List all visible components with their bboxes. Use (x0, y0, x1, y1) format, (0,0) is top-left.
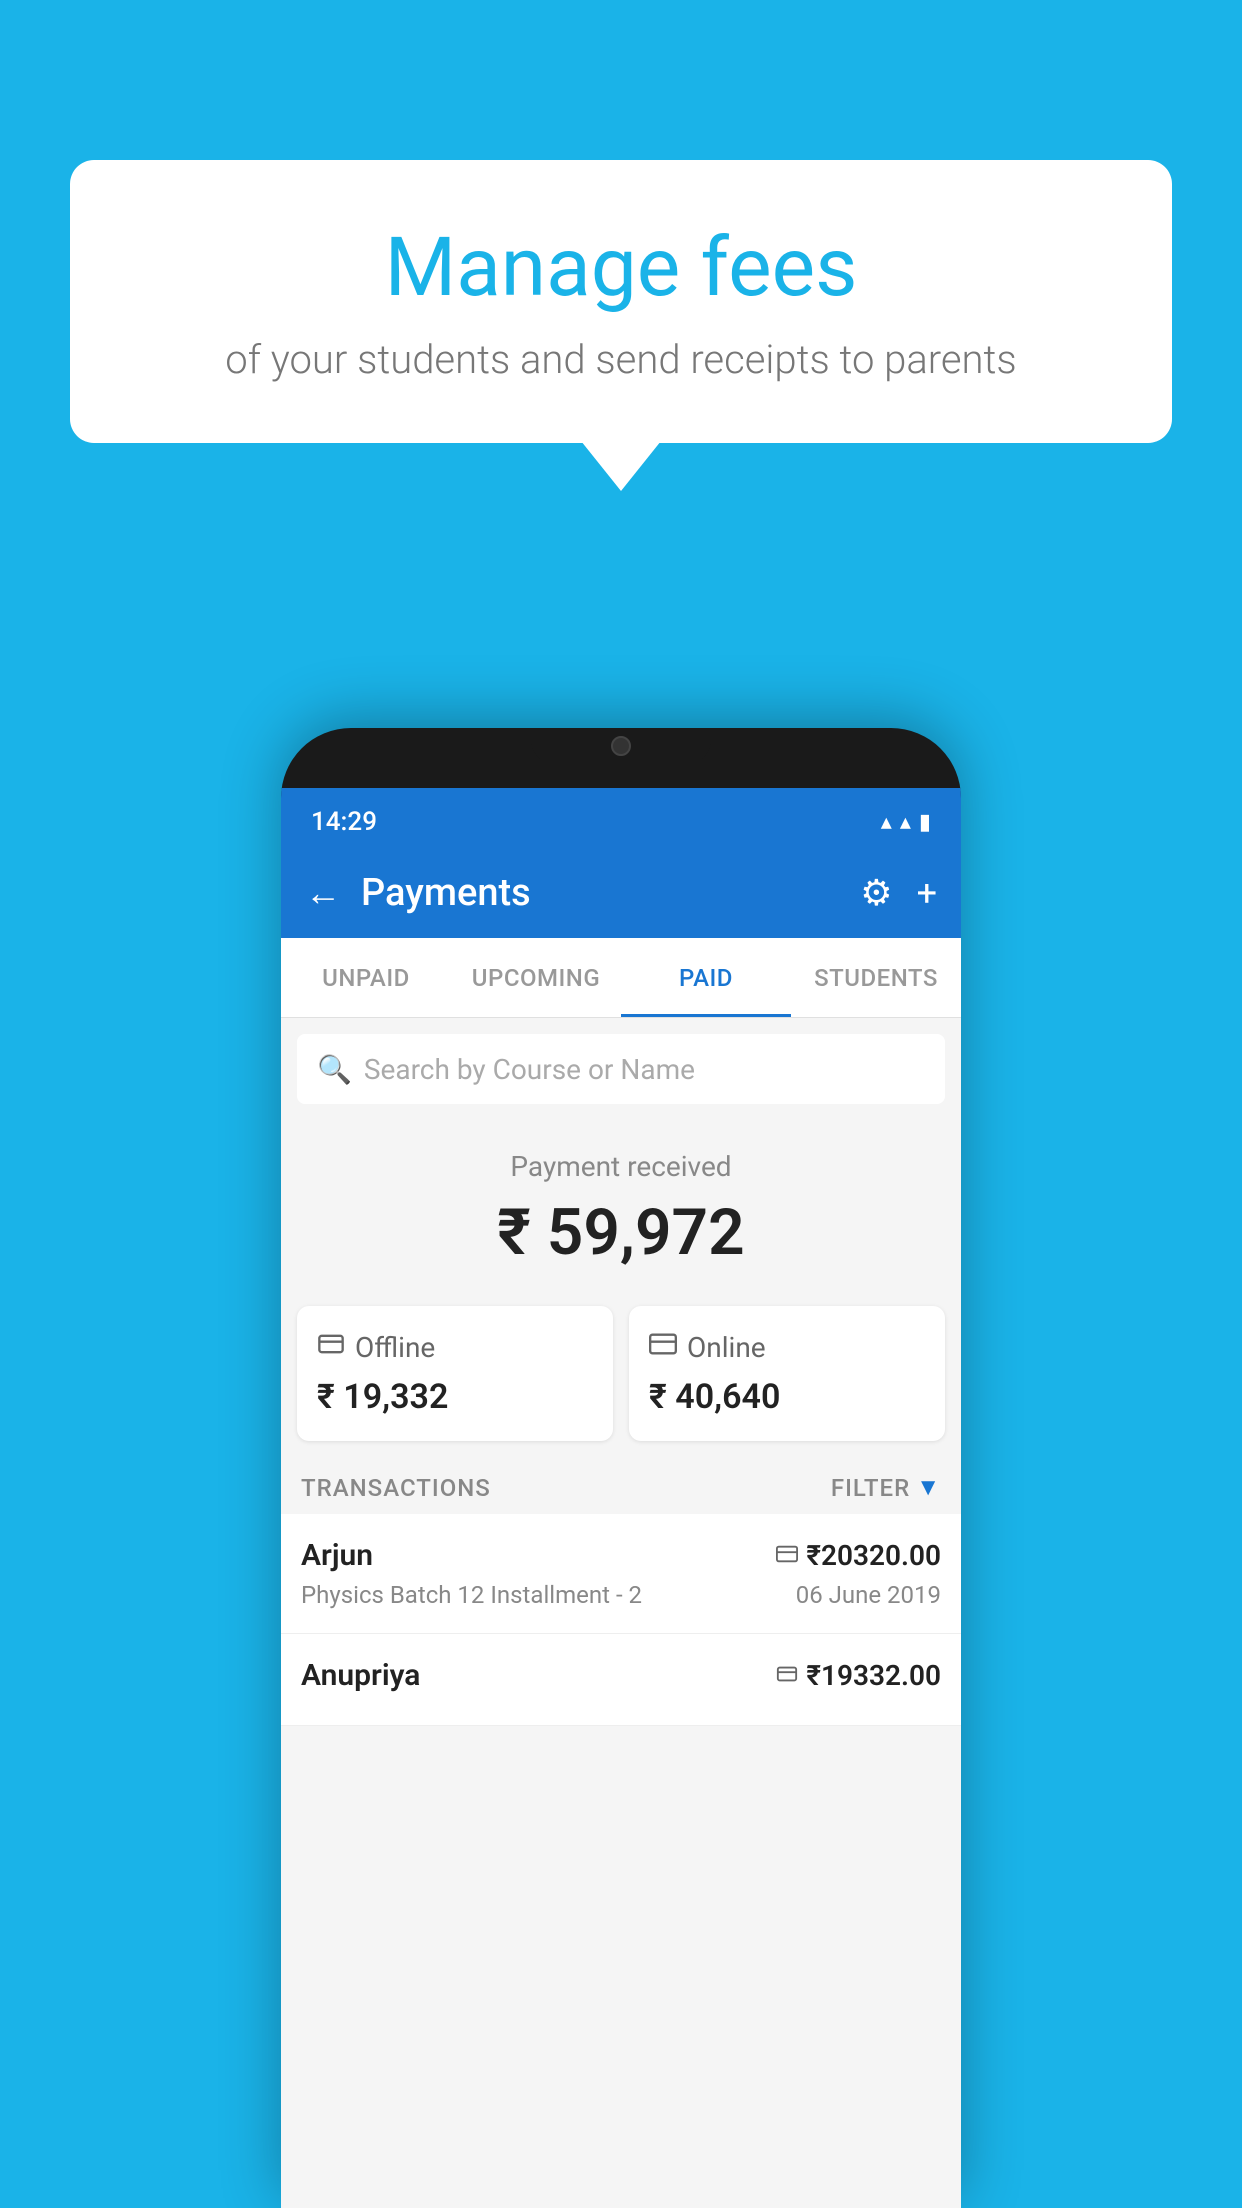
bubble-subtitle: of your students and send receipts to pa… (120, 336, 1122, 383)
app-bar-icons: ⚙ + (860, 872, 937, 914)
transaction-amount-row: ₹19332.00 (776, 1659, 941, 1692)
payment-cards: Offline ₹ 19,332 Online (281, 1290, 961, 1461)
offline-amount: ₹ 19,332 (317, 1373, 593, 1417)
transactions-label: TRANSACTIONS (301, 1474, 491, 1502)
tab-paid[interactable]: PAID (621, 938, 791, 1017)
transaction-amount-row: ₹20320.00 (776, 1539, 941, 1572)
transaction-list: Arjun ₹20320.00 (281, 1514, 961, 1726)
offline-label: Offline (355, 1331, 435, 1364)
notch (531, 728, 711, 764)
speech-bubble: Manage fees of your students and send re… (70, 160, 1172, 443)
transaction-name: Anupriya (301, 1658, 420, 1693)
search-bar[interactable]: 🔍 Search by Course or Name (297, 1034, 945, 1104)
offline-payment-card: Offline ₹ 19,332 (297, 1306, 613, 1441)
speech-bubble-wrapper: Manage fees of your students and send re… (70, 160, 1172, 443)
phone-frame: 14:29 ▴ ▴ ▮ ← Payments ⚙ + UNPAID (281, 728, 961, 2208)
transaction-amount: ₹19332.00 (806, 1659, 941, 1692)
transaction-bottom: Physics Batch 12 Installment - 2 06 June… (301, 1581, 941, 1609)
app-bar: ← Payments ⚙ + (281, 848, 961, 938)
filter-button[interactable]: FILTER ▼ (831, 1473, 941, 1502)
battery-icon: ▮ (919, 810, 931, 835)
search-icon: 🔍 (317, 1053, 352, 1086)
offline-card-header: Offline (317, 1330, 593, 1365)
back-button[interactable]: ← (305, 872, 341, 914)
table-row[interactable]: Anupriya ₹19332.00 (281, 1634, 961, 1726)
filter-label: FILTER (831, 1474, 910, 1502)
transaction-course: Physics Batch 12 Installment - 2 (301, 1581, 642, 1609)
tab-bar: UNPAID UPCOMING PAID STUDENTS (281, 938, 961, 1018)
phone-screen: 14:29 ▴ ▴ ▮ ← Payments ⚙ + UNPAID (281, 788, 961, 2208)
add-button[interactable]: + (917, 872, 937, 914)
transaction-name: Arjun (301, 1538, 373, 1573)
table-row[interactable]: Arjun ₹20320.00 (281, 1514, 961, 1634)
wifi-icon: ▴ (881, 810, 892, 835)
transaction-top: Arjun ₹20320.00 (301, 1538, 941, 1573)
offline-icon (317, 1330, 345, 1365)
status-time: 14:29 (311, 807, 377, 837)
transaction-top: Anupriya ₹19332.00 (301, 1658, 941, 1693)
online-card-header: Online (649, 1330, 925, 1365)
online-payment-card: Online ₹ 40,640 (629, 1306, 945, 1441)
status-icons: ▴ ▴ ▮ (881, 810, 931, 835)
signal-icon: ▴ (900, 810, 911, 835)
app-content: 🔍 Search by Course or Name Payment recei… (281, 1018, 961, 2208)
tab-students[interactable]: STUDENTS (791, 938, 961, 1017)
online-icon (649, 1330, 677, 1365)
transaction-date: 06 June 2019 (796, 1581, 941, 1609)
payment-received-label: Payment received (301, 1150, 941, 1183)
payment-received-section: Payment received ₹ 59,972 (281, 1120, 961, 1290)
gear-icon[interactable]: ⚙ (860, 872, 892, 914)
payment-received-amount: ₹ 59,972 (301, 1195, 941, 1270)
tab-unpaid[interactable]: UNPAID (281, 938, 451, 1017)
tab-upcoming[interactable]: UPCOMING (451, 938, 621, 1017)
search-placeholder: Search by Course or Name (364, 1053, 695, 1086)
app-bar-title: Payments (361, 871, 840, 915)
transactions-header: TRANSACTIONS FILTER ▼ (281, 1461, 961, 1514)
bubble-title: Manage fees (120, 220, 1122, 316)
online-amount: ₹ 40,640 (649, 1373, 925, 1417)
camera (611, 736, 631, 756)
online-label: Online (687, 1331, 766, 1364)
transaction-type-icon (776, 1663, 798, 1689)
transaction-amount: ₹20320.00 (806, 1539, 941, 1572)
status-bar: 14:29 ▴ ▴ ▮ (281, 788, 961, 848)
transaction-type-icon (776, 1543, 798, 1569)
filter-icon: ▼ (916, 1473, 941, 1502)
